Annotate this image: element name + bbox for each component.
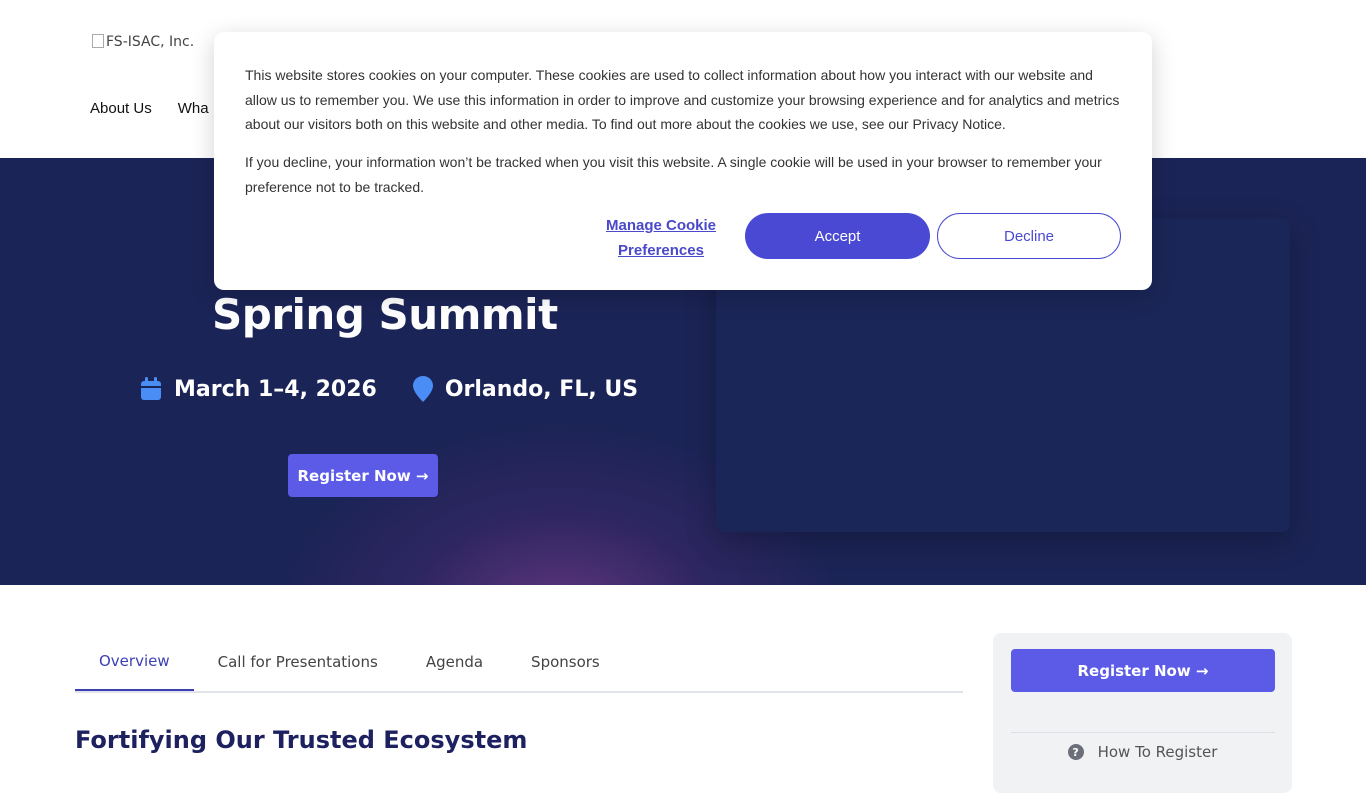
registration-sidebar: Register Now → ? How To Register — [993, 633, 1292, 793]
event-date: March 1–4, 2026 — [140, 377, 377, 402]
accept-button[interactable]: Accept — [745, 213, 930, 259]
question-circle-icon: ? — [1067, 744, 1084, 760]
site-logo[interactable]: FS-ISAC, Inc. — [92, 34, 194, 50]
cookie-consent-dialog: This website stores cookies on your comp… — [214, 32, 1152, 290]
sidebar-register-button[interactable]: Register Now → — [1011, 649, 1275, 692]
hero-register-button[interactable]: Register Now → — [288, 454, 438, 497]
cookie-paragraph-2: If you decline, your information won’t b… — [245, 154, 1102, 195]
section-heading: Fortifying Our Trusted Ecosystem — [75, 726, 528, 754]
tab-sponsors[interactable]: Sponsors — [507, 633, 624, 691]
decline-button[interactable]: Decline — [937, 213, 1121, 259]
tab-overview[interactable]: Overview — [75, 633, 194, 691]
tab-call-for-presentations[interactable]: Call for Presentations — [194, 633, 402, 691]
map-pin-icon — [412, 376, 433, 402]
cookie-paragraph-1: This website stores cookies on your comp… — [245, 67, 1120, 132]
how-to-register-link[interactable]: ? How To Register — [993, 743, 1292, 761]
event-location-text: Orlando, FL, US — [444, 376, 639, 402]
calendar-icon — [141, 377, 161, 400]
how-to-register-label: How To Register — [1097, 743, 1218, 761]
logo-alt-text: FS-ISAC, Inc. — [106, 34, 195, 50]
event-tabs: Overview Call for Presentations Agenda S… — [75, 633, 963, 693]
event-meta: March 1–4, 2026 Orlando, FL, US — [140, 376, 674, 402]
nav-item-what[interactable]: Wha — [178, 100, 209, 117]
broken-image-icon — [92, 34, 104, 48]
main-nav: About Us Wha — [90, 100, 235, 117]
nav-item-about-us[interactable]: About Us — [90, 100, 152, 117]
manage-cookie-preferences-link[interactable]: Manage Cookie Preferences — [596, 213, 726, 263]
page-title: Spring Summit — [212, 290, 558, 339]
event-location: Orlando, FL, US — [412, 376, 639, 402]
divider — [1011, 732, 1275, 733]
tab-agenda[interactable]: Agenda — [402, 633, 507, 691]
event-date-text: March 1–4, 2026 — [174, 376, 377, 402]
